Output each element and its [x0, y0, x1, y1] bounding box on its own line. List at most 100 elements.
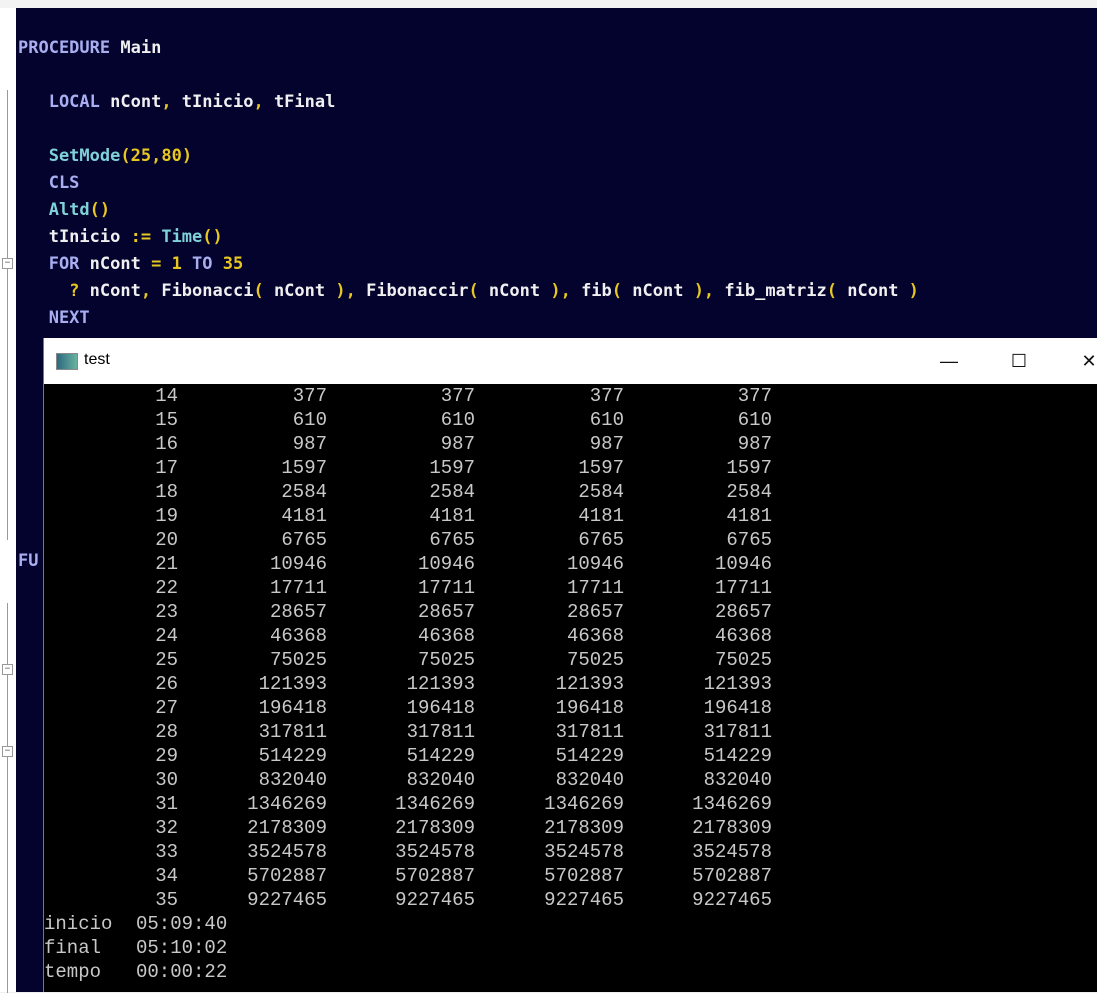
- fib-value: 3524578: [247, 841, 327, 863]
- code-token: tFinal: [273, 92, 336, 112]
- title-bar[interactable]: test — ☐ ✕: [44, 338, 1097, 384]
- fib-value: 610: [292, 409, 327, 431]
- code-token: Altd: [18, 200, 90, 220]
- fold-toggle[interactable]: −: [2, 258, 13, 269]
- fold-gutter: − − −: [0, 8, 16, 993]
- fib-value: 4181: [726, 505, 772, 527]
- code-token: fib_matriz: [724, 281, 827, 301]
- code-token: ): [181, 146, 193, 166]
- fib-value: 377: [737, 385, 772, 407]
- fib-value: 28657: [566, 601, 624, 623]
- code-token: tInicio: [18, 227, 131, 247]
- console-window[interactable]: test — ☐ ✕ 14 377 377 377 377 15 610 610 610 610 1…: [43, 338, 1097, 992]
- summary-label: tempo: [44, 961, 136, 983]
- fold-toggle[interactable]: −: [2, 664, 13, 675]
- code-token: LOCAL: [18, 92, 111, 112]
- fib-value: 196418: [703, 697, 772, 719]
- code-token: 80: [161, 146, 182, 166]
- fold-toggle[interactable]: −: [2, 746, 13, 757]
- fib-value: 28657: [269, 601, 327, 623]
- console-row: 14 377 377 377 377: [44, 384, 1097, 408]
- row-index: 24: [155, 625, 178, 647]
- minimize-button[interactable]: —: [926, 338, 972, 384]
- fib-value: 1597: [281, 457, 327, 479]
- code-token: Time: [161, 227, 203, 247]
- fib-value: 6765: [578, 529, 624, 551]
- fib-value: 28657: [417, 601, 475, 623]
- fib-value: 9227465: [395, 889, 475, 911]
- code-token: ,: [253, 92, 274, 112]
- code-token: Main: [120, 38, 162, 58]
- console-row: 20 6765 6765 6765 6765: [44, 528, 1097, 552]
- row-index: 22: [155, 577, 178, 599]
- row-index: 29: [155, 745, 178, 767]
- fib-value: 832040: [555, 769, 624, 791]
- fib-value: 1597: [429, 457, 475, 479]
- code-token: nCont: [110, 92, 162, 112]
- fib-value: 514229: [258, 745, 327, 767]
- close-button[interactable]: ✕: [1066, 338, 1097, 384]
- row-index: 27: [155, 697, 178, 719]
- console-row: 31 1346269 1346269 1346269 1346269: [44, 792, 1097, 816]
- code-token: ),: [550, 281, 582, 301]
- fib-value: 6765: [429, 529, 475, 551]
- row-index: 32: [155, 817, 178, 839]
- fib-value: 4181: [281, 505, 327, 527]
- code-token: nCont: [89, 281, 141, 301]
- code-token: (: [611, 281, 633, 301]
- code-token: (: [253, 281, 274, 301]
- code-token: :=: [130, 227, 162, 247]
- fib-value: 10946: [417, 553, 475, 575]
- fib-value: 6765: [726, 529, 772, 551]
- fib-value: 10946: [714, 553, 772, 575]
- code-line: FOR nCont = 1 TO 35: [18, 251, 244, 278]
- code-line: NEXT: [18, 305, 90, 332]
- console-row: 30 832040 832040 832040 832040: [44, 768, 1097, 792]
- row-index: 28: [155, 721, 178, 743]
- code-token: Fibonaccir: [366, 281, 469, 301]
- fib-value: 5702887: [395, 865, 475, 887]
- code-token: ,: [161, 92, 182, 112]
- console-row: 18 2584 2584 2584 2584: [44, 480, 1097, 504]
- maximize-button[interactable]: ☐: [996, 338, 1042, 384]
- code-line: CLS: [18, 170, 80, 197]
- row-index: 33: [155, 841, 178, 863]
- fib-value: 3524578: [544, 841, 624, 863]
- fib-value: 377: [589, 385, 624, 407]
- code-token: ,: [151, 146, 162, 166]
- code-line-partial: FU: [18, 551, 39, 571]
- code-token: (): [89, 200, 111, 220]
- row-index: 26: [155, 673, 178, 695]
- code-token: FOR: [18, 254, 90, 274]
- fib-value: 377: [440, 385, 475, 407]
- console-row: 17 1597 1597 1597 1597: [44, 456, 1097, 480]
- code-token: ,: [140, 281, 162, 301]
- fib-value: 9227465: [692, 889, 772, 911]
- fib-value: 2178309: [395, 817, 475, 839]
- code-token: nCont: [488, 281, 551, 301]
- fib-value: 5702887: [247, 865, 327, 887]
- fold-line: [7, 603, 8, 993]
- code-line: SetMode(25,80): [18, 143, 192, 170]
- fib-value: 46368: [417, 625, 475, 647]
- console-row: 34 5702887 5702887 5702887 5702887: [44, 864, 1097, 888]
- code-token: NEXT: [18, 308, 90, 328]
- fib-value: 10946: [269, 553, 327, 575]
- fib-value: 832040: [703, 769, 772, 791]
- fib-value: 2584: [726, 481, 772, 503]
- code-token: (: [468, 281, 489, 301]
- fib-value: 3524578: [692, 841, 772, 863]
- row-index: 21: [155, 553, 178, 575]
- code-token: fib: [581, 281, 612, 301]
- row-index: 17: [155, 457, 178, 479]
- fib-value: 46368: [269, 625, 327, 647]
- fib-value: 17711: [714, 577, 772, 599]
- console-row: 24 46368 46368 46368 46368: [44, 624, 1097, 648]
- fib-value: 610: [440, 409, 475, 431]
- code-token: CLS: [18, 173, 80, 193]
- fib-value: 75025: [417, 649, 475, 671]
- summary-row: inicio 05:09:40: [44, 912, 227, 936]
- app-icon: [56, 353, 78, 370]
- code-token: (): [202, 227, 223, 247]
- fib-value: 2178309: [692, 817, 772, 839]
